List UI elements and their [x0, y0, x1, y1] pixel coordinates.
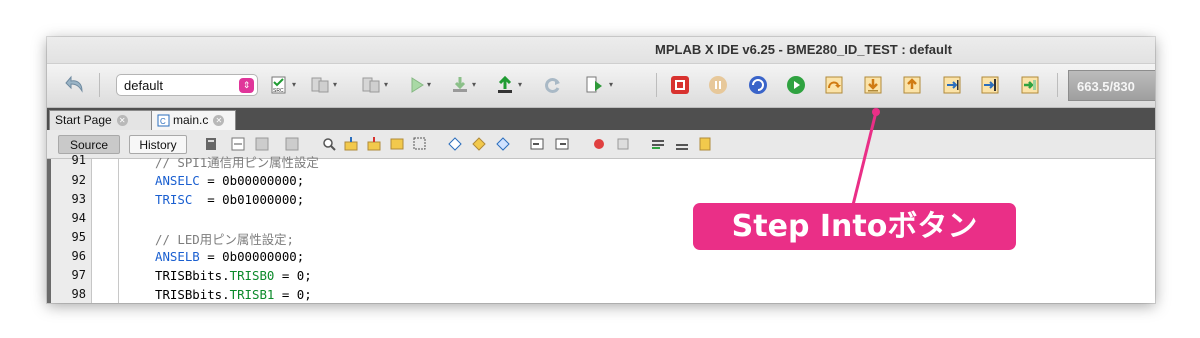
code-line: TRISBbits.TRISB0 = 0;	[155, 268, 312, 283]
code-line: // SPI1通信用ピン属性設定	[155, 155, 319, 170]
toggle-bookmark-icon[interactable]	[495, 136, 511, 152]
line-number: 91	[71, 153, 86, 167]
title-bar: MPLAB X IDE v6.25 - BME280_ID_TEST : def…	[47, 37, 1155, 64]
ide-window: MPLAB X IDE v6.25 - BME280_ID_TEST : def…	[47, 37, 1155, 303]
run-icon[interactable]	[407, 75, 427, 95]
make-icon[interactable]	[361, 75, 381, 95]
refresh-icon[interactable]	[543, 75, 563, 95]
line-number: 92	[71, 173, 86, 187]
tab-main-c[interactable]: C main.c ✕	[151, 110, 236, 130]
line-number-gutter: 91 92 93 94 95 96 97 98	[51, 153, 92, 303]
code-line: TRISC = 0b01000000;	[155, 192, 305, 207]
code-line: ANSELB = 0b00000000;	[155, 249, 305, 264]
configuration-value: default	[124, 78, 164, 93]
last-edit-icon[interactable]	[203, 136, 219, 152]
step-into-callout: Step Intoボタン	[693, 203, 1016, 250]
main-toolbar: default ⇕ SRC ▾ ▾ ▾ ▾ ▾ ▾ ▾ 663.5/830	[47, 64, 1155, 108]
tab-label: Start Page	[55, 113, 112, 127]
comment-icon[interactable]	[650, 136, 666, 152]
code-line: ANSELC = 0b00000000;	[155, 173, 305, 188]
find-next-icon[interactable]	[366, 136, 382, 152]
uncomment-icon[interactable]	[674, 136, 690, 152]
line-number: 95	[71, 230, 86, 244]
previous-bookmark-icon[interactable]	[447, 136, 463, 152]
back-arrow-icon[interactable]	[64, 74, 86, 96]
step-out-icon[interactable]	[902, 75, 922, 95]
close-icon[interactable]: ✕	[213, 115, 225, 127]
window-title: MPLAB X IDE v6.25 - BME280_ID_TEST : def…	[655, 42, 952, 57]
source-button[interactable]: Source	[58, 135, 120, 154]
select-chevron-icon: ⇕	[239, 78, 254, 93]
set-pc-icon[interactable]	[980, 75, 1000, 95]
fold-guide	[118, 159, 119, 303]
next-bookmark-icon[interactable]	[471, 136, 487, 152]
memory-indicator[interactable]: 663.5/830	[1068, 70, 1155, 101]
back-history-icon[interactable]	[254, 136, 270, 152]
focus-cursor-icon[interactable]	[1020, 75, 1040, 95]
line-number: 96	[71, 249, 86, 263]
editor-tab-bar: Start Page ✕ C main.c ✕	[47, 108, 1155, 130]
svg-text:C: C	[160, 117, 166, 126]
step-into-icon[interactable]	[863, 75, 883, 95]
close-icon[interactable]: ✕	[116, 115, 128, 127]
svg-text:SRC: SRC	[273, 88, 284, 94]
step-over-icon[interactable]	[824, 75, 844, 95]
line-number: 93	[71, 192, 86, 206]
project-properties-icon[interactable]: SRC	[269, 75, 289, 95]
tab-start-page[interactable]: Start Page ✕	[49, 110, 153, 130]
back-icon[interactable]	[230, 136, 246, 152]
rectangular-selection-icon[interactable]	[412, 136, 428, 152]
code-line: TRISBbits.TRISB1 = 0;	[155, 287, 312, 302]
configuration-select[interactable]: default ⇕	[116, 74, 258, 96]
code-line: // LED用ピン属性設定;	[155, 232, 294, 247]
start-macro-icon[interactable]	[591, 136, 607, 152]
shift-left-icon[interactable]	[529, 136, 545, 152]
find-icon[interactable]	[321, 136, 337, 152]
tab-label: main.c	[173, 113, 209, 127]
finish-debug-icon[interactable]	[670, 75, 690, 95]
line-number: 98	[71, 287, 86, 301]
error-stripe-icon[interactable]	[697, 136, 713, 152]
pause-icon[interactable]	[708, 75, 728, 95]
debug-main-icon[interactable]	[585, 75, 605, 95]
line-number: 94	[71, 211, 86, 225]
forward-history-icon[interactable]	[284, 136, 300, 152]
upload-icon[interactable]	[495, 75, 515, 95]
find-previous-icon[interactable]	[343, 136, 359, 152]
toggle-highlight-icon[interactable]	[389, 136, 405, 152]
run-to-cursor-icon[interactable]	[942, 75, 962, 95]
build-config-icon[interactable]	[310, 75, 330, 95]
history-button[interactable]: History	[129, 135, 187, 154]
stop-macro-icon[interactable]	[615, 136, 631, 152]
continue-icon[interactable]	[786, 75, 806, 95]
c-file-icon: C	[157, 114, 170, 127]
reset-icon[interactable]	[748, 75, 768, 95]
program-device-icon[interactable]	[450, 75, 470, 95]
line-number: 97	[71, 268, 86, 282]
shift-right-icon[interactable]	[554, 136, 570, 152]
